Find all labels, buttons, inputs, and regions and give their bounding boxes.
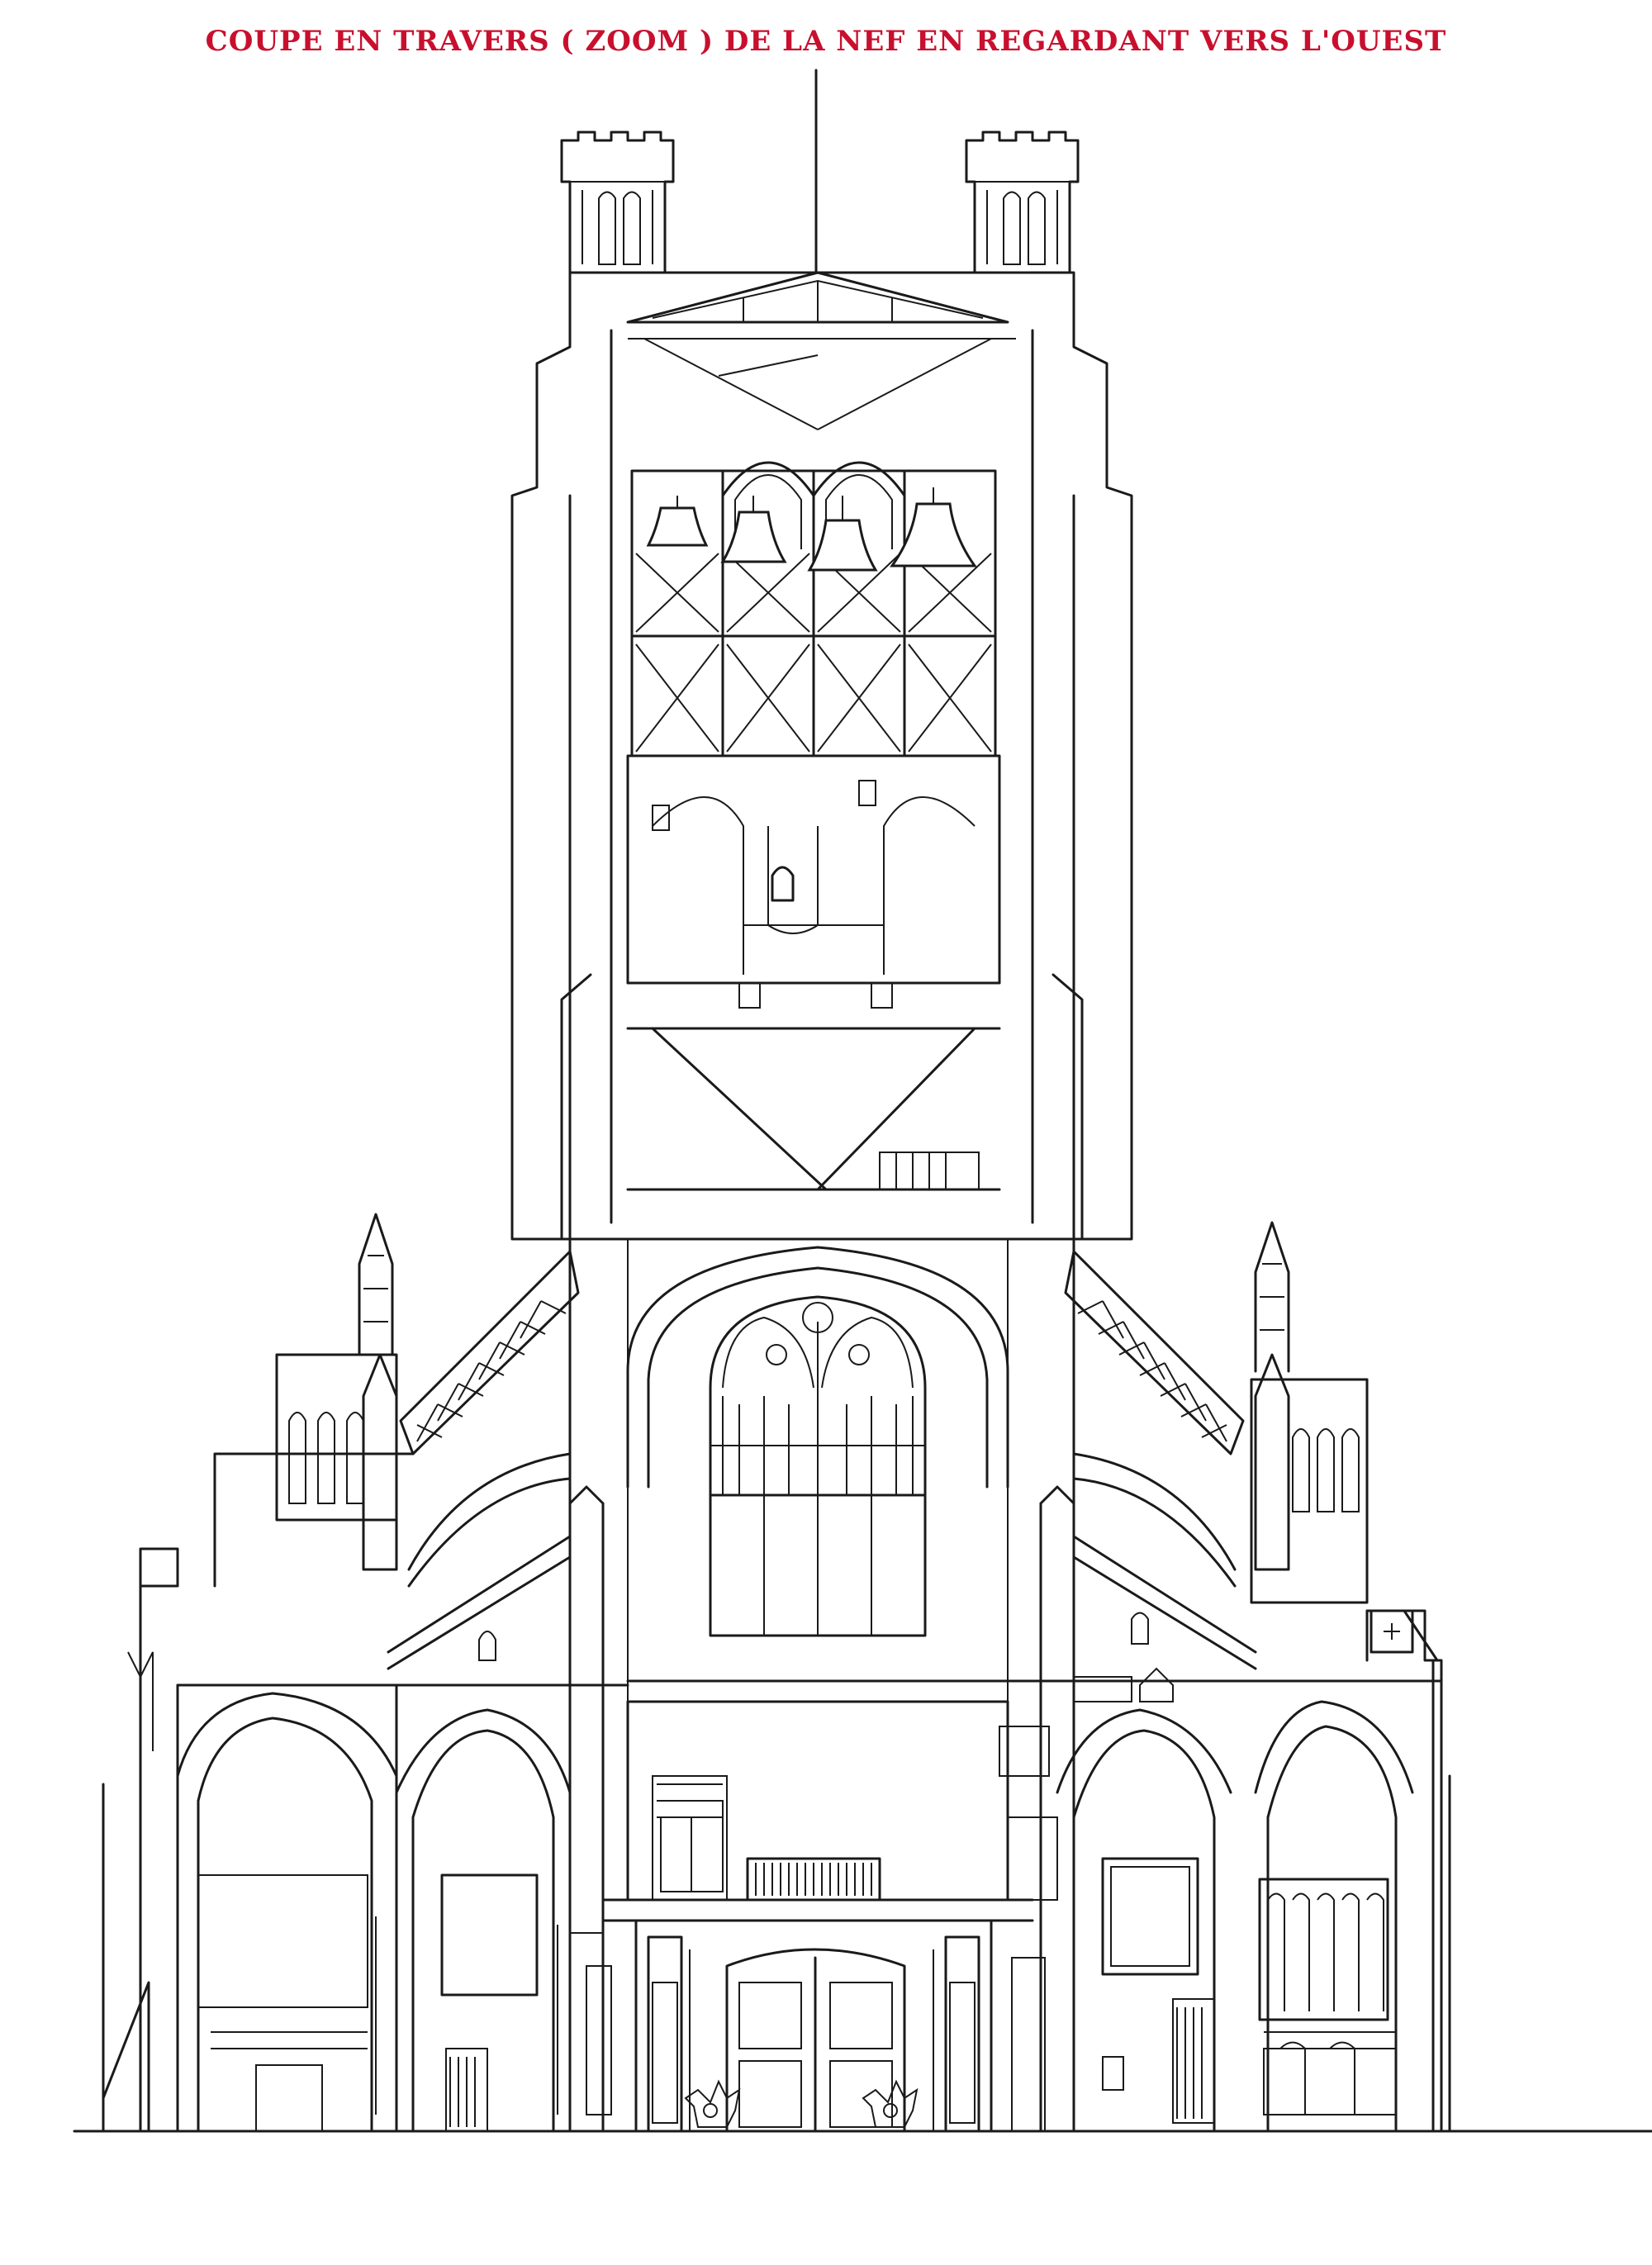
- bells: [646, 487, 977, 572]
- tower-lower-bracing: [626, 981, 1001, 1191]
- main-piers: [568, 1237, 1075, 2133]
- nave-cross-section-drawing: [73, 69, 1652, 2133]
- flying-buttress-left: [387, 1250, 580, 1670]
- west-doors-and-screen: [569, 1700, 1058, 2133]
- west-tower: [510, 131, 1133, 1241]
- bell-3: [807, 519, 878, 572]
- nave-vault: [626, 1246, 1009, 1703]
- left-aisle: [102, 1213, 629, 2133]
- west-window: [709, 1295, 927, 1637]
- bell-1: [646, 506, 709, 547]
- flying-buttress-right: [1064, 1250, 1257, 1670]
- bell-2: [720, 510, 787, 563]
- ringing-chamber: [626, 754, 1001, 985]
